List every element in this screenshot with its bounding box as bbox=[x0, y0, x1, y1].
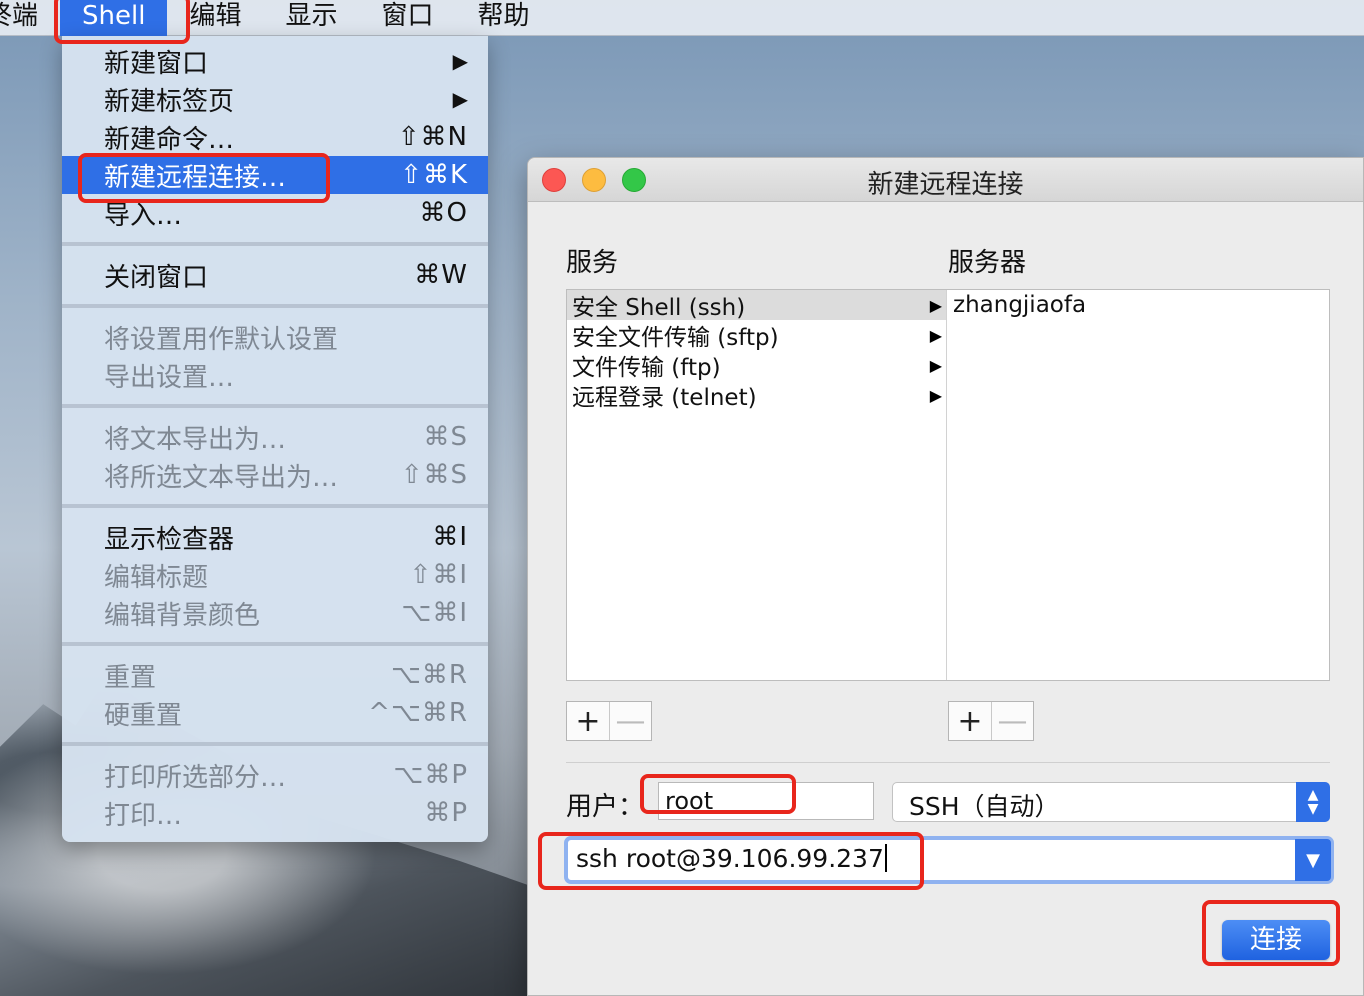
menu-shortcut: ⇧⌘S bbox=[400, 460, 468, 490]
menu-item-label: 新建命令… bbox=[104, 124, 235, 155]
remove-server-button[interactable]: — bbox=[990, 702, 1033, 740]
service-list-item[interactable]: 文件传输 (ftp) ▶ bbox=[567, 350, 946, 381]
menu-shortcut: ⌘O bbox=[419, 198, 468, 228]
menu-item-label: 新建标签页 bbox=[104, 86, 235, 117]
annotation-command bbox=[538, 832, 924, 890]
service-label: 文件传输 (ftp) bbox=[572, 355, 721, 381]
menu-shortcut: ⌥⌘I bbox=[401, 598, 468, 628]
menu-item: 将文本导出为… ⌘S bbox=[62, 418, 488, 456]
service-list-item[interactable]: 安全文件传输 (sftp) ▶ bbox=[567, 320, 946, 351]
menu-item-label: 硬重置 bbox=[104, 700, 183, 731]
menu-item: 将设置用作默认设置 bbox=[62, 318, 488, 356]
annotation-connect bbox=[1202, 900, 1340, 966]
servers-add-remove: + — bbox=[948, 701, 1034, 741]
title-bar[interactable]: 新建远程连接 bbox=[528, 158, 1363, 202]
divider bbox=[566, 762, 1330, 763]
menu-shortcut: ⌘P bbox=[424, 798, 468, 828]
chevron-down-icon[interactable]: ▼ bbox=[1295, 839, 1331, 881]
menu-item: 编辑标题 ⇧⌘I bbox=[62, 556, 488, 594]
menu-shortcut: ⇧⌘N bbox=[397, 122, 468, 152]
menu-item[interactable]: 新建窗口 ▶ bbox=[62, 42, 488, 80]
menubar-item-0[interactable]: 终端 bbox=[0, 0, 60, 36]
annotation-user bbox=[640, 774, 796, 814]
menu-separator bbox=[62, 242, 488, 246]
connection-listbox: 安全 Shell (ssh) ▶ 安全文件传输 (sftp) ▶ 文件传输 (ftp) ▶… bbox=[566, 289, 1330, 681]
menu-item: 打印所选部分… ⌥⌘P bbox=[62, 756, 488, 794]
menu-item-label: 打印… bbox=[104, 800, 183, 831]
services-add-remove: + — bbox=[566, 701, 652, 741]
menu-shortcut: ⌘W bbox=[414, 260, 468, 290]
menu-item-label: 编辑标题 bbox=[104, 562, 209, 593]
add-server-button[interactable]: + bbox=[949, 702, 991, 740]
services-list: 安全 Shell (ssh) ▶ 安全文件传输 (sftp) ▶ 文件传输 (ftp) ▶… bbox=[567, 290, 947, 680]
service-list-item[interactable]: 远程登录 (telnet) ▶ bbox=[567, 380, 946, 411]
menu-item: 打印… ⌘P bbox=[62, 794, 488, 832]
menu-item: 将所选文本导出为… ⇧⌘S bbox=[62, 456, 488, 494]
window-title: 新建远程连接 bbox=[867, 170, 1024, 200]
menu-shortcut: ⌥⌘P bbox=[393, 760, 468, 790]
menu-item-label: 将设置用作默认设置 bbox=[104, 324, 339, 355]
submenu-arrow-icon: ▶ bbox=[452, 87, 468, 111]
menu-item: 硬重置 ^⌥⌘R bbox=[62, 694, 488, 732]
menu-item: 重置 ⌥⌘R bbox=[62, 656, 488, 694]
annotation-shell-menu bbox=[54, 0, 190, 44]
service-label: 安全文件传输 (sftp) bbox=[572, 325, 779, 351]
menu-item-label: 关闭窗口 bbox=[104, 262, 209, 293]
menubar-item-4[interactable]: 窗口 bbox=[359, 0, 455, 36]
menu-item: 导出设置… bbox=[62, 356, 488, 394]
menu-item[interactable]: 显示检查器 ⌘I bbox=[62, 518, 488, 556]
server-list-item[interactable]: zhangjiaofa bbox=[948, 290, 1329, 320]
menu-item-label: 显示检查器 bbox=[104, 524, 235, 555]
servers-list: zhangjiaofa bbox=[948, 290, 1329, 680]
disclosure-arrow-icon: ▶ bbox=[929, 295, 942, 315]
menu-item[interactable]: 新建标签页 ▶ bbox=[62, 80, 488, 118]
service-label: 远程登录 (telnet) bbox=[572, 385, 757, 411]
select-stepper-icon: ▲ ▼ bbox=[1296, 782, 1330, 822]
menu-item-label: 将所选文本导出为… bbox=[104, 462, 339, 493]
menu-item-label: 打印所选部分… bbox=[104, 762, 287, 793]
menu-shortcut: ⌘S bbox=[423, 422, 468, 452]
add-service-button[interactable]: + bbox=[567, 702, 609, 740]
menubar-item-3[interactable]: 显示 bbox=[263, 0, 359, 36]
menu-item-label: 导出设置… bbox=[104, 362, 235, 393]
disclosure-arrow-icon: ▶ bbox=[929, 385, 942, 405]
menu-separator bbox=[62, 642, 488, 646]
menu-item-label: 新建窗口 bbox=[104, 48, 209, 79]
protocol-select-value: SSH（自动） bbox=[909, 792, 1060, 821]
user-label: 用户： bbox=[566, 792, 645, 822]
menu-item: 编辑背景颜色 ⌥⌘I bbox=[62, 594, 488, 632]
servers-label: 服务器 bbox=[948, 248, 1027, 278]
annotation-new-remote-connection bbox=[78, 153, 330, 203]
disclosure-arrow-icon: ▶ bbox=[929, 325, 942, 345]
menu-separator bbox=[62, 742, 488, 746]
services-label: 服务 bbox=[566, 248, 619, 278]
service-list-item[interactable]: 安全 Shell (ssh) ▶ bbox=[567, 290, 946, 321]
submenu-arrow-icon: ▶ bbox=[452, 49, 468, 73]
service-label: 安全 Shell (ssh) bbox=[572, 295, 746, 321]
menubar-item-5[interactable]: 帮助 bbox=[456, 0, 552, 36]
menu-bar: 终端Shell编辑显示窗口帮助 bbox=[0, 0, 1364, 36]
menu-item[interactable]: 关闭窗口 ⌘W bbox=[62, 256, 488, 294]
menu-separator bbox=[62, 404, 488, 408]
menu-separator bbox=[62, 504, 488, 508]
menu-separator bbox=[62, 304, 488, 308]
menu-shortcut: ⇧⌘I bbox=[409, 560, 468, 590]
protocol-select[interactable]: SSH（自动） ▲ ▼ bbox=[892, 782, 1330, 822]
menu-shortcut: ⇧⌘K bbox=[400, 160, 468, 190]
menu-shortcut: ⌥⌘R bbox=[390, 660, 468, 690]
menu-shortcut: ⌘I bbox=[432, 522, 468, 552]
remove-service-button[interactable]: — bbox=[608, 702, 651, 740]
menu-item-label: 编辑背景颜色 bbox=[104, 600, 261, 631]
menu-shortcut: ^⌥⌘R bbox=[368, 698, 468, 728]
menu-item-label: 将文本导出为… bbox=[104, 424, 287, 455]
disclosure-arrow-icon: ▶ bbox=[929, 355, 942, 375]
menu-item[interactable]: 新建命令… ⇧⌘N bbox=[62, 118, 488, 156]
menu-item-label: 重置 bbox=[104, 662, 157, 693]
